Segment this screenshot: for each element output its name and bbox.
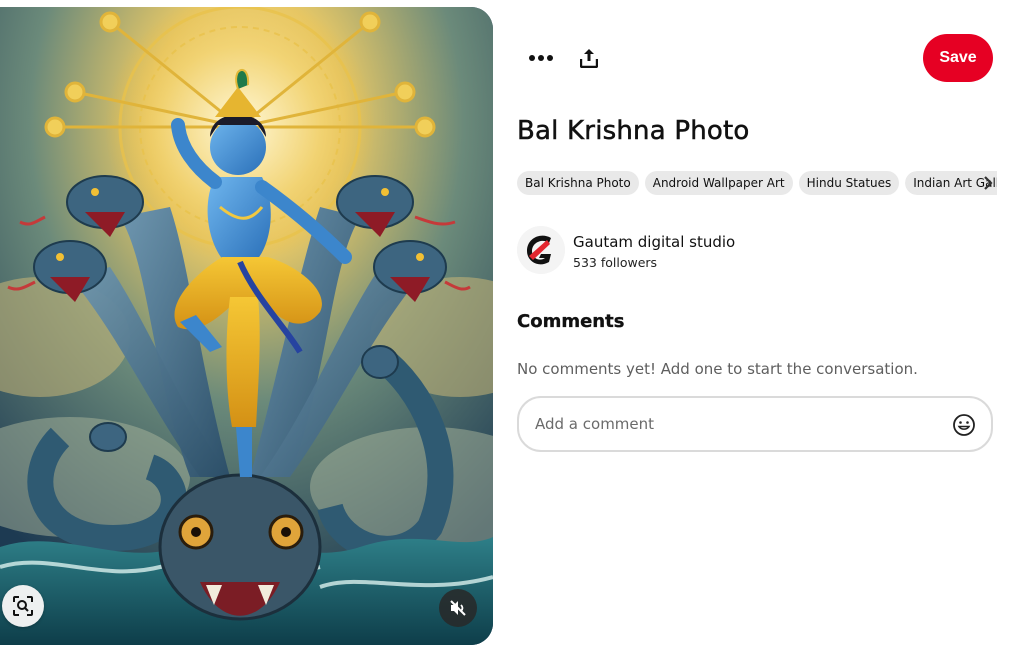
- creator-logo-icon: [517, 226, 565, 274]
- save-button[interactable]: Save: [923, 34, 993, 82]
- share-button[interactable]: [573, 42, 605, 74]
- comments-heading: Comments: [517, 311, 625, 332]
- tag-chip[interactable]: Bal Krishna Photo: [517, 171, 639, 195]
- emoji-button[interactable]: [951, 412, 977, 438]
- comment-box[interactable]: [517, 396, 993, 452]
- speaker-muted-icon: [450, 600, 466, 616]
- more-horizontal-icon: [529, 55, 535, 61]
- pin-image-container[interactable]: [0, 7, 493, 645]
- pin-image: [0, 7, 493, 645]
- tag-chip[interactable]: Android Wallpaper Art: [644, 171, 793, 195]
- visual-search-button[interactable]: [2, 585, 44, 627]
- smiley-icon: [953, 414, 975, 436]
- creator-name[interactable]: Gautam digital studio: [573, 233, 735, 251]
- tag-list: Bal Krishna Photo Android Wallpaper Art …: [517, 171, 997, 195]
- more-options-button[interactable]: [525, 42, 557, 74]
- share-icon: [580, 49, 598, 68]
- pin-title: Bal Krishna Photo: [517, 116, 750, 147]
- creator-followers: 533 followers: [573, 255, 658, 270]
- chevron-right-icon: [984, 176, 993, 190]
- no-comments-text: No comments yet! Add one to start the co…: [517, 360, 918, 378]
- more-horizontal-icon-dot: [547, 55, 553, 61]
- creator-avatar[interactable]: [517, 226, 565, 274]
- mute-button[interactable]: [439, 589, 477, 627]
- tag-chip[interactable]: Hindu Statues: [798, 171, 900, 195]
- pin-toolbar: Save: [517, 34, 993, 82]
- more-horizontal-icon-dot: [538, 55, 544, 61]
- creator-info[interactable]: Gautam digital studio 533 followers: [517, 226, 817, 276]
- visual-search-icon: [13, 596, 33, 616]
- tags-scroll-next-button[interactable]: [980, 171, 996, 195]
- comment-input[interactable]: [535, 410, 935, 438]
